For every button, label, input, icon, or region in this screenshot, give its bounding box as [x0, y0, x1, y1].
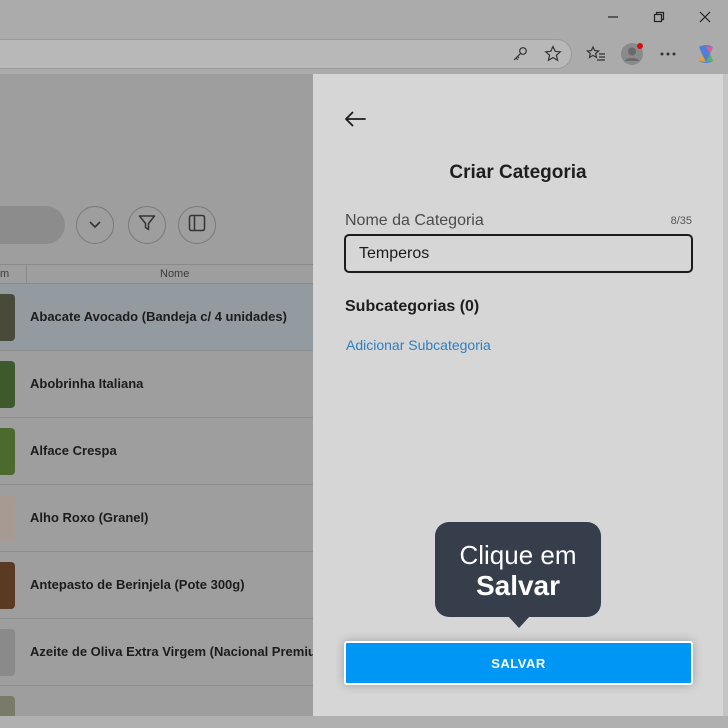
profile-icon[interactable] [620, 42, 644, 66]
search-input[interactable] [0, 206, 65, 244]
table-row[interactable]: Abobrinha Italiana [0, 351, 313, 418]
product-name: Abobrinha Italiana [30, 376, 144, 391]
product-thumbnail [0, 495, 15, 542]
dropdown-button[interactable] [76, 206, 114, 244]
category-name-label: Nome da Categoria [345, 212, 484, 229]
minimize-icon[interactable] [598, 4, 628, 30]
column-header[interactable]: m [0, 265, 27, 283]
filter-button[interactable] [128, 206, 166, 244]
product-list-overlay: m Nome Abacate Avocado (Bandeja c/ 4 uni… [0, 74, 313, 728]
table-row[interactable]: Alho Roxo (Granel) [0, 485, 313, 552]
product-thumbnail [0, 562, 15, 609]
product-name: Abacate Avocado (Bandeja c/ 4 unidades) [30, 309, 287, 324]
table-row[interactable]: Antepasto de Berinjela (Pote 300g) [0, 552, 313, 619]
product-thumbnail [0, 361, 15, 408]
table-row[interactable]: Alface Crespa [0, 418, 313, 485]
table-row[interactable]: Azeite de Oliva Extra Virgem (Nacional P… [0, 619, 313, 686]
product-name: Alface Crespa [30, 443, 117, 458]
chevron-down-icon [89, 216, 101, 234]
restore-icon[interactable] [644, 4, 674, 30]
close-icon[interactable] [690, 4, 720, 30]
product-thumbnail [0, 294, 15, 341]
key-icon[interactable] [508, 42, 532, 66]
hint-tooltip: Clique em Salvar [435, 522, 601, 617]
page-title: Criar Categoria [449, 162, 587, 183]
address-bar[interactable] [0, 39, 572, 69]
browser-titlebar [0, 0, 728, 34]
product-name: Antepasto de Berinjela (Pote 300g) [30, 577, 245, 592]
more-icon[interactable] [656, 42, 680, 66]
subcategories-heading: Subcategorias (0) [345, 298, 480, 315]
product-name: Alho Roxo (Granel) [30, 510, 149, 525]
arrow-left-icon [344, 111, 366, 132]
product-thumbnail [0, 629, 15, 676]
table-header: m Nome [0, 264, 313, 284]
create-category-panel: Criar Categoria Nome da Categoria 8/35 S… [313, 74, 723, 716]
scrollbar[interactable] [723, 74, 728, 728]
layout-button[interactable] [178, 206, 216, 244]
browser-toolbar [0, 34, 728, 74]
product-thumbnail [0, 428, 15, 475]
character-counter: 8/35 [670, 215, 692, 227]
favorites-icon[interactable] [584, 42, 608, 66]
tooltip-pointer [508, 616, 530, 628]
sidebar-panel-icon [188, 214, 206, 237]
copilot-icon[interactable] [694, 42, 718, 66]
table-row[interactable]: Abacate Avocado (Bandeja c/ 4 unidades) [0, 284, 313, 351]
add-subcategory-link[interactable]: Adicionar Subcategoria [346, 337, 491, 353]
product-name: Azeite de Oliva Extra Virgem (Nacional P… [30, 644, 313, 659]
column-header-nome[interactable]: Nome [160, 265, 189, 283]
filter-icon [138, 214, 156, 237]
tooltip-line-1: Clique em [459, 540, 577, 570]
star-icon[interactable] [541, 42, 565, 66]
status-strip [0, 716, 728, 728]
tooltip-line-2: Salvar [475, 570, 561, 601]
category-name-input[interactable] [344, 234, 693, 273]
back-button[interactable] [343, 110, 367, 132]
save-button[interactable]: SALVAR [344, 641, 693, 685]
